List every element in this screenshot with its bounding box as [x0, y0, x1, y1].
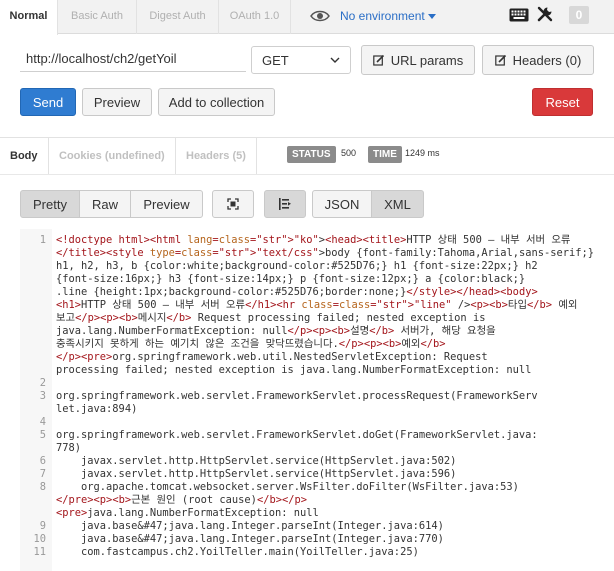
- expand-icon: [227, 198, 239, 210]
- chevron-down-icon: [428, 14, 436, 19]
- code-line: h1, h2, h3, b {color:white;background-co…: [56, 260, 538, 272]
- format-xml-button[interactable]: XML: [371, 190, 424, 218]
- line-number: 1: [39, 234, 46, 246]
- code-line: let.java:894): [56, 403, 138, 415]
- method-select[interactable]: GET: [251, 46, 351, 74]
- line-number: 8: [39, 481, 46, 493]
- tab-digest-auth[interactable]: Digest Auth: [137, 0, 219, 34]
- keyboard-icon[interactable]: [509, 7, 529, 23]
- view-raw-button[interactable]: Raw: [79, 190, 131, 218]
- code-line: </p><pre>org.springframework.web.util.Ne…: [56, 351, 488, 363]
- code-line: <!doctype html><html lang=class="str">"k…: [56, 234, 571, 246]
- code-line: java.lang.NumberFormatException: null</p…: [56, 325, 496, 337]
- add-to-collection-button[interactable]: Add to collection: [158, 88, 275, 116]
- line-number: 2: [39, 377, 46, 389]
- headers-label: Headers (0): [512, 52, 582, 68]
- notification-badge[interactable]: 0: [569, 6, 589, 24]
- view-pretty-button[interactable]: Pretty: [20, 190, 80, 218]
- url-params-button[interactable]: URL params: [361, 45, 475, 75]
- headers-button[interactable]: Headers (0): [482, 45, 594, 75]
- code-line: org.springframework.web.servlet.Framewor…: [56, 390, 538, 402]
- line-number: 6: [39, 455, 46, 467]
- code-line: <pre>java.lang.NumberFormatException: nu…: [56, 507, 319, 519]
- fullscreen-button[interactable]: [212, 190, 254, 218]
- method-value: GET: [262, 53, 289, 68]
- status-value: 500: [341, 148, 357, 158]
- tab-cookies[interactable]: Cookies (undefined): [49, 138, 176, 174]
- tab-normal[interactable]: Normal: [0, 0, 58, 35]
- code-line: java.base&#47;java.lang.Integer.parseInt…: [56, 533, 444, 545]
- line-number: 5: [39, 429, 46, 441]
- top-tab-bar: Normal Basic Auth Digest Auth OAuth 1.0 …: [0, 0, 614, 35]
- edit-icon: [494, 54, 506, 66]
- code-line: .line {height:1px;background-color:#525D…: [56, 286, 538, 298]
- code-line: java.base&#47;java.lang.Integer.parseInt…: [56, 520, 444, 532]
- code-line: {font-size:16px;} h3 {font-size:14px;} p…: [56, 273, 526, 285]
- preview-button[interactable]: Preview: [82, 88, 152, 116]
- wrap-icon: [279, 198, 291, 210]
- time-label: TIME: [368, 146, 402, 163]
- line-number: 7: [39, 468, 46, 480]
- line-number: 9: [39, 520, 46, 532]
- code-line: javax.servlet.http.HttpServlet.service(H…: [56, 455, 457, 467]
- code-line: javax.servlet.http.HttpServlet.service(H…: [56, 468, 457, 480]
- chevron-down-icon: [330, 57, 340, 63]
- code-line: org.apache.tomcat.websocket.server.WsFil…: [56, 481, 519, 493]
- reset-button[interactable]: Reset: [532, 88, 593, 116]
- tab-body[interactable]: Body: [0, 138, 49, 174]
- line-number: 10: [33, 533, 46, 545]
- tab-oauth[interactable]: OAuth 1.0: [219, 0, 291, 34]
- code-line: </title><style type=class="str">"text/cs…: [56, 247, 595, 259]
- status-label: STATUS: [287, 146, 336, 163]
- environment-selector[interactable]: No environment: [340, 9, 425, 23]
- code-line: <h1>HTTP 상태 500 – 내부 서버 오류</h1><hr class…: [56, 299, 578, 311]
- line-number: 11: [33, 546, 46, 558]
- tab-basic-auth[interactable]: Basic Auth: [58, 0, 137, 34]
- response-divider: [0, 174, 614, 175]
- wrap-lines-button[interactable]: [264, 190, 306, 218]
- view-preview-button[interactable]: Preview: [130, 190, 203, 218]
- line-number: 4: [39, 416, 46, 428]
- send-button[interactable]: Send: [20, 88, 76, 116]
- code-line: </pre><p><b>근본 원인 (root cause)</b></p>: [56, 494, 307, 506]
- wrench-icon[interactable]: [536, 5, 554, 23]
- line-number: 3: [39, 390, 46, 402]
- response-body[interactable]: 1 <!doctype html><html lang=class="str">"…: [20, 229, 614, 571]
- code-line: org.springframework.web.servlet.Framewor…: [56, 429, 538, 441]
- time-value: 1249 ms: [405, 148, 440, 158]
- code-line: processing failed; nested exception is j…: [56, 364, 532, 376]
- url-input[interactable]: [20, 46, 246, 72]
- format-json-button[interactable]: JSON: [312, 190, 372, 218]
- code-line: 충족시키지 못하게 하는 예기치 않은 조건을 맞닥뜨렸습니다.</p><p><…: [56, 338, 446, 350]
- code-line: com.fastcampus.ch2.YoilTeller.main(YoilT…: [56, 546, 419, 558]
- tab-headers[interactable]: Headers (5): [176, 138, 257, 174]
- eye-icon[interactable]: [310, 9, 330, 23]
- code-line: 778): [56, 442, 82, 454]
- code-line: 보고</p><p><b>메시지</b> Request processing f…: [56, 312, 486, 324]
- edit-icon: [372, 54, 384, 66]
- url-params-label: URL params: [390, 52, 464, 68]
